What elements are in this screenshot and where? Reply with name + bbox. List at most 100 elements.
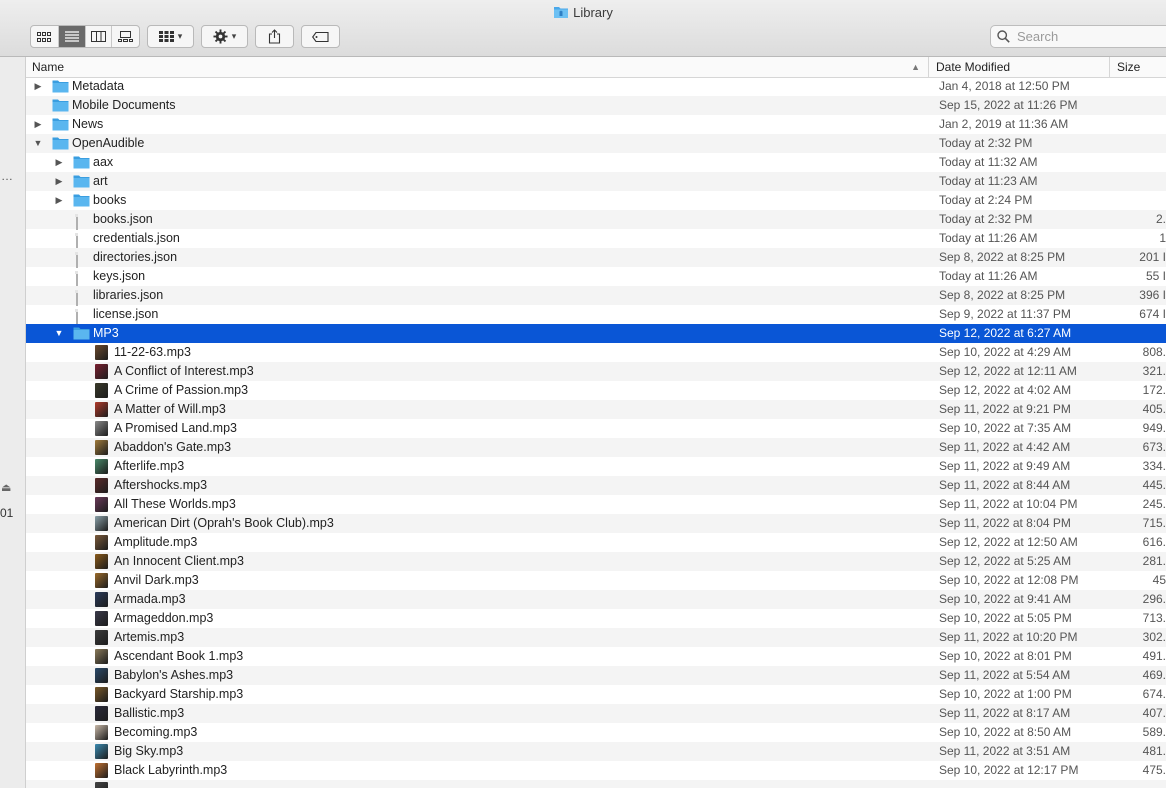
date-modified: Sep 8, 2022 at 8:25 PM bbox=[939, 288, 1066, 302]
file-row[interactable]: 11-22-63.mp3 Sep 10, 2022 at 4:29 AM 808. bbox=[26, 343, 1166, 362]
file-row[interactable]: Ballistic.mp3 Sep 11, 2022 at 8:17 AM 407. bbox=[26, 704, 1166, 723]
file-row[interactable]: Anvil Dark.mp3 Sep 10, 2022 at 12:08 PM 45 bbox=[26, 571, 1166, 590]
disclosure-closed-icon[interactable]: ▶ bbox=[33, 77, 43, 96]
date-modified: Sep 11, 2022 at 3:51 AM bbox=[939, 744, 1071, 758]
folder-row[interactable]: ▶ books Today at 2:24 PM bbox=[26, 191, 1166, 210]
file-row[interactable]: A Matter of Will.mp3 Sep 11, 2022 at 9:21… bbox=[26, 400, 1166, 419]
file-row[interactable]: Aftershocks.mp3 Sep 11, 2022 at 8:44 AM 44… bbox=[26, 476, 1166, 495]
file-row[interactable]: All These Worlds.mp3 Sep 11, 2022 at 10:0… bbox=[26, 495, 1166, 514]
file-row[interactable]: Big Sky.mp3 Sep 11, 2022 at 3:51 AM 481. bbox=[26, 742, 1166, 761]
gallery-icon bbox=[118, 31, 134, 42]
folder-row[interactable]: ▶ Metadata Jan 4, 2018 at 12:50 PM bbox=[26, 77, 1166, 96]
disclosure-closed-icon[interactable]: ▶ bbox=[54, 172, 64, 191]
file-row[interactable]: books.json Today at 2:32 PM 2. bbox=[26, 210, 1166, 230]
date-modified: Sep 10, 2022 at 9:41 AM bbox=[939, 592, 1072, 606]
audio-cover-icon bbox=[95, 345, 108, 360]
column-header-size-label: Size bbox=[1117, 60, 1141, 74]
file-name: license.json bbox=[93, 307, 159, 321]
column-header-date-label: Date Modified bbox=[936, 60, 1011, 74]
file-row[interactable]: Babylon's Ashes.mp3 Sep 11, 2022 at 5:54 … bbox=[26, 666, 1166, 685]
column-view-button[interactable] bbox=[86, 26, 113, 47]
date-modified: Sep 11, 2022 at 8:44 AM bbox=[939, 478, 1071, 492]
file-size: 674. bbox=[1142, 687, 1166, 701]
audio-cover-icon bbox=[95, 630, 108, 645]
file-row[interactable]: Abaddon's Gate.mp3 Sep 11, 2022 at 4:42 A… bbox=[26, 438, 1166, 457]
folder-row[interactable]: Mobile Documents Sep 15, 2022 at 11:26 PM bbox=[26, 96, 1166, 115]
action-menu-button[interactable]: ▾ bbox=[202, 26, 247, 47]
file-name: books.json bbox=[93, 212, 153, 226]
file-size: 469. bbox=[1142, 668, 1166, 682]
file-row[interactable]: directories.json Sep 8, 2022 at 8:25 PM 20… bbox=[26, 248, 1166, 268]
folder-row[interactable]: ▶ News Jan 2, 2019 at 11:36 AM bbox=[26, 115, 1166, 134]
file-row[interactable]: Becoming.mp3 Sep 10, 2022 at 8:50 AM 589. bbox=[26, 723, 1166, 742]
file-size: 55 I bbox=[1145, 269, 1166, 283]
gear-icon bbox=[213, 29, 228, 44]
search-field[interactable] bbox=[990, 25, 1166, 48]
file-row[interactable]: Armada.mp3 Sep 10, 2022 at 9:41 AM 296. bbox=[26, 590, 1166, 609]
file-row[interactable]: Artemis.mp3 Sep 11, 2022 at 10:20 PM 302. bbox=[26, 628, 1166, 647]
file-row[interactable]: Armageddon.mp3 Sep 10, 2022 at 5:05 PM 713… bbox=[26, 609, 1166, 628]
file-name: An Innocent Client.mp3 bbox=[114, 554, 244, 568]
file-row[interactable]: license.json Sep 9, 2022 at 11:37 PM 674 I bbox=[26, 305, 1166, 325]
disclosure-open-icon[interactable]: ▼ bbox=[54, 324, 64, 343]
audio-cover-icon bbox=[95, 478, 108, 493]
file-rows: ▶ Metadata Jan 4, 2018 at 12:50 PM Mobile D… bbox=[26, 77, 1166, 788]
group-by-button[interactable]: ▾ bbox=[148, 26, 193, 47]
file-row[interactable]: A Promised Land.mp3 Sep 10, 2022 at 7:35 … bbox=[26, 419, 1166, 438]
file-size: 673. bbox=[1142, 440, 1166, 454]
file-name: News bbox=[72, 117, 104, 131]
file-row[interactable]: Backyard Starship.mp3 Sep 10, 2022 at 1:0… bbox=[26, 685, 1166, 704]
gallery-view-button[interactable] bbox=[112, 26, 139, 47]
date-modified: Today at 2:32 PM bbox=[939, 136, 1033, 150]
audio-cover-icon bbox=[95, 516, 108, 531]
folder-row[interactable]: ▼ OpenAudible Today at 2:32 PM bbox=[26, 134, 1166, 153]
library-folder-icon bbox=[553, 5, 569, 24]
file-row[interactable]: A Conflict of Interest.mp3 Sep 12, 2022 a… bbox=[26, 362, 1166, 381]
disclosure-closed-icon[interactable]: ▶ bbox=[54, 153, 64, 172]
date-modified: Sep 11, 2022 at 5:54 AM bbox=[939, 668, 1071, 682]
file-name: Armada.mp3 bbox=[114, 592, 186, 606]
chevron-down-icon: ▾ bbox=[231, 31, 237, 41]
date-modified: Sep 10, 2022 at 4:29 AM bbox=[939, 345, 1072, 359]
file-name: A Matter of Will.mp3 bbox=[114, 402, 226, 416]
file-row[interactable]: keys.json Today at 11:26 AM 55 I bbox=[26, 267, 1166, 287]
audio-cover-icon bbox=[95, 706, 108, 721]
audio-cover-icon bbox=[95, 592, 108, 607]
share-button[interactable] bbox=[256, 26, 293, 47]
file-row[interactable]: Black Labyrinth.mp3 Sep 10, 2022 at 12:17… bbox=[26, 761, 1166, 780]
folder-row[interactable]: ▼ MP3 Sep 12, 2022 at 6:27 AM bbox=[26, 324, 1166, 343]
file-row[interactable]: An Innocent Client.mp3 Sep 12, 2022 at 5:… bbox=[26, 552, 1166, 571]
file-row[interactable]: A Crime of Passion.mp3 Sep 12, 2022 at 4:… bbox=[26, 381, 1166, 400]
edit-tags-button[interactable] bbox=[302, 26, 339, 47]
column-header-date[interactable]: Date Modified bbox=[930, 57, 1110, 77]
date-modified: Sep 11, 2022 at 10:04 PM bbox=[939, 497, 1078, 511]
file-row[interactable]: American Dirt (Oprah's Book Club).mp3 Sep… bbox=[26, 514, 1166, 533]
icon-view-button[interactable] bbox=[31, 26, 59, 47]
date-modified: Sep 11, 2022 at 9:49 AM bbox=[939, 459, 1071, 473]
file-size: 405. bbox=[1142, 402, 1166, 416]
file-row[interactable]: Amplitude.mp3 Sep 12, 2022 at 12:50 AM 616… bbox=[26, 533, 1166, 552]
disclosure-closed-icon[interactable]: ▶ bbox=[54, 191, 64, 210]
column-header-size[interactable]: Size bbox=[1111, 57, 1166, 77]
eject-icon[interactable]: ⏏ bbox=[1, 481, 11, 494]
search-input[interactable] bbox=[1015, 28, 1166, 45]
sidebar: … ⏏ 01 bbox=[0, 57, 26, 788]
file-row[interactable] bbox=[26, 780, 1166, 788]
file-row[interactable]: libraries.json Sep 8, 2022 at 8:25 PM 396 … bbox=[26, 286, 1166, 306]
file-row[interactable]: Afterlife.mp3 Sep 11, 2022 at 9:49 AM 334. bbox=[26, 457, 1166, 476]
audio-cover-icon bbox=[95, 763, 108, 778]
date-modified: Sep 11, 2022 at 9:21 PM bbox=[939, 402, 1071, 416]
folder-row[interactable]: ▶ aax Today at 11:32 AM bbox=[26, 153, 1166, 172]
column-header-name[interactable]: Name ▲ bbox=[26, 57, 929, 77]
disclosure-open-icon[interactable]: ▼ bbox=[33, 134, 43, 153]
share-control bbox=[255, 25, 294, 48]
column-header-name-label: Name bbox=[32, 60, 65, 74]
list-view-button[interactable] bbox=[58, 26, 86, 47]
audio-cover-icon bbox=[95, 725, 108, 740]
date-modified: Sep 12, 2022 at 6:27 AM bbox=[939, 326, 1072, 340]
disclosure-closed-icon[interactable]: ▶ bbox=[33, 115, 43, 134]
file-row[interactable]: Ascendant Book 1.mp3 Sep 10, 2022 at 8:01… bbox=[26, 647, 1166, 666]
folder-row[interactable]: ▶ art Today at 11:23 AM bbox=[26, 172, 1166, 191]
file-row[interactable]: credentials.json Today at 11:26 AM 1 bbox=[26, 229, 1166, 249]
file-size: 949. bbox=[1142, 421, 1166, 435]
